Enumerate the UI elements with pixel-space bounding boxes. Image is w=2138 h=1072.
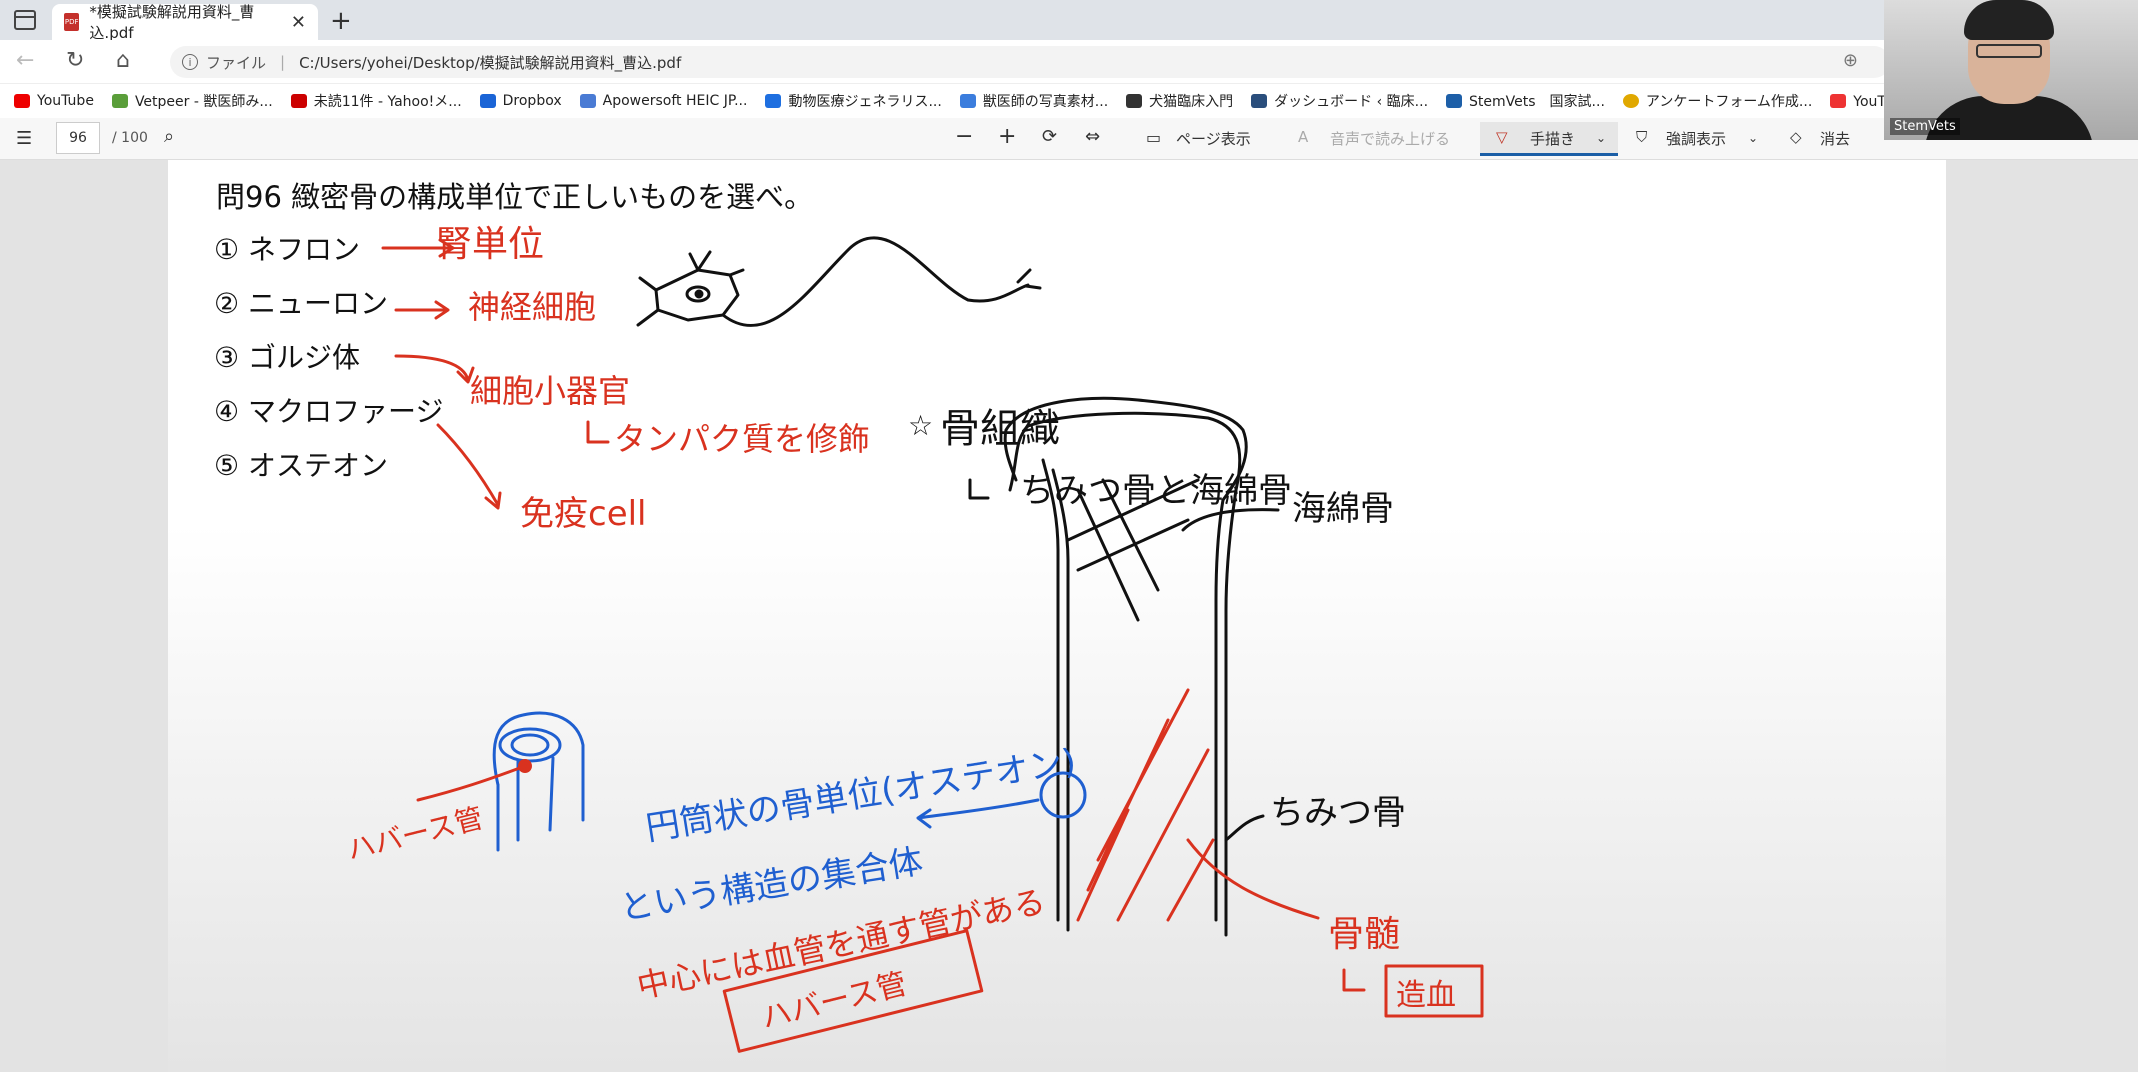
- erase-button[interactable]: 消去: [1820, 128, 1850, 149]
- new-tab-icon[interactable]: +: [330, 6, 352, 36]
- stemvets-icon: [1446, 94, 1463, 108]
- tab-title: *模擬試験解説用資料_曹込.pdf: [89, 3, 255, 42]
- bookmark-item[interactable]: ダッシュボード ‹ 臨床...: [1251, 91, 1428, 111]
- zoom-in-icon[interactable]: +: [998, 124, 1016, 149]
- url-scheme-label: ファイル: [206, 53, 267, 72]
- home-icon[interactable]: ⌂: [116, 48, 130, 73]
- browser-tab[interactable]: PDF *模擬試験解説用資料_曹込.pdf ✕: [52, 3, 318, 42]
- annotation-opt4: 免疫cell: [520, 494, 647, 534]
- presenter-hair: [1964, 0, 2054, 40]
- url-separator: |: [280, 53, 286, 71]
- yahoo-icon: [290, 94, 307, 108]
- bookmark-item[interactable]: 未読11件 - Yahoo!メ...: [290, 91, 462, 111]
- download-icon: [1830, 94, 1847, 108]
- info-icon[interactable]: i: [182, 54, 198, 70]
- contents-icon[interactable]: ☰: [16, 128, 32, 149]
- highlight-button[interactable]: 強調表示: [1666, 128, 1726, 149]
- bookmark-item[interactable]: Dropbox: [479, 93, 562, 109]
- tab-bar: PDF *模擬試験解説用資料_曹込.pdf ✕ +: [0, 0, 2138, 42]
- page-view-button[interactable]: ページ表示: [1176, 128, 1251, 149]
- bookmark-item[interactable]: アンケートフォーム作成...: [1622, 91, 1812, 111]
- bookmark-item[interactable]: 犬猫臨床入門: [1126, 91, 1233, 111]
- annotation-osteon-1: 円筒状の骨単位(オステオン): [643, 741, 1078, 848]
- url-field[interactable]: i ファイル | C:/Users/yohei/Desktop/模擬試験解説用資…: [170, 46, 1890, 78]
- handwritten-annotations: 腎単位 神経細胞 細胞小器官 タンパク質を修飾 免疫cell ☆ 骨組織 ちみつ…: [344, 224, 1484, 1053]
- chevron-down-icon[interactable]: ⌄: [1748, 131, 1758, 145]
- survey-icon: [1622, 94, 1639, 108]
- highlight-icon: ⛉: [1636, 128, 1648, 146]
- zoom-out-icon[interactable]: −: [955, 124, 973, 149]
- url-text: C:/Users/yohei/Desktop/模擬試験解説用資料_曹込.pdf: [299, 53, 682, 72]
- address-bar: ← ↻ ⌂ i ファイル | C:/Users/yohei/Desktop/模擬…: [0, 40, 2138, 84]
- pdf-toolbar: ☰ 96 / 100 ⌕ − + ⟳ ⇔ ▭ ページ表示 A 音声で読み上げる …: [0, 118, 2138, 160]
- bookmark-page-icon: [765, 94, 782, 108]
- tab-actions-icon[interactable]: [14, 10, 36, 30]
- neuron-drawing: [636, 236, 1042, 328]
- dropbox-icon: [479, 94, 496, 108]
- annotation-opt3: 細胞小器官: [470, 372, 630, 410]
- bookmark-item[interactable]: Apowersoft HEIC JP...: [579, 93, 747, 109]
- annotation-opt1: 腎単位: [436, 224, 544, 265]
- vetpeer-icon: [111, 94, 128, 108]
- bookmark-item[interactable]: Vetpeer - 獣医師み...: [111, 91, 273, 111]
- read-aloud-button[interactable]: 音声で読み上げる: [1330, 128, 1450, 149]
- annotation-title: 骨組織: [940, 406, 1060, 452]
- refresh-icon[interactable]: ↻: [66, 48, 84, 73]
- annotation-marrow: 骨髄: [1328, 914, 1400, 955]
- bookmark-page-icon: [1126, 94, 1143, 108]
- page-total: / 100: [112, 130, 148, 146]
- fit-page-icon[interactable]: ⇔: [1085, 126, 1100, 147]
- search-icon[interactable]: ⌕: [164, 126, 174, 147]
- close-tab-icon[interactable]: ✕: [291, 12, 306, 33]
- star-icon: ☆: [908, 409, 933, 442]
- annotation-havers-label: ハバース管: [344, 801, 486, 867]
- chevron-down-icon[interactable]: ⌄: [1596, 131, 1606, 145]
- annotation-hematopoiesis: 造血: [1396, 978, 1456, 1013]
- webcam-overlay: StemVets: [1884, 0, 2138, 140]
- youtube-icon: [14, 94, 30, 108]
- back-icon[interactable]: ←: [16, 48, 34, 73]
- osteon-drawing: [492, 711, 585, 852]
- apowersoft-icon: [579, 94, 596, 108]
- page-number-input[interactable]: 96: [56, 122, 100, 154]
- pdf-icon: PDF: [64, 13, 80, 31]
- annotation-opt2: 神経細胞: [468, 288, 596, 326]
- bookmark-item[interactable]: 獣医師の写真素材...: [959, 91, 1108, 111]
- bookmarks-bar: YouTube Vetpeer - 獣医師み... 未読11件 - Yahoo!…: [0, 84, 2138, 118]
- pdf-page: 問96 緻密骨の構成単位で正しいものを選べ。 ① ネフロン ② ニューロン ③ …: [168, 160, 1946, 1072]
- draw-icon: ▽: [1496, 128, 1508, 146]
- page-view-icon: ▭: [1146, 128, 1162, 147]
- rotate-icon[interactable]: ⟳: [1042, 126, 1057, 147]
- pdf-viewer: 問96 緻密骨の構成単位で正しいものを選べ。 ① ネフロン ② ニューロン ③ …: [0, 160, 2138, 1072]
- bookmark-page-icon: [959, 94, 976, 108]
- annotation-spongy: 海綿骨: [1292, 489, 1394, 529]
- annotation-opt3-sub: タンパク質を修飾: [614, 420, 870, 458]
- bookmark-item[interactable]: 動物医療ジェネラリス...: [765, 91, 942, 111]
- webcam-name-label: StemVets: [1890, 118, 1960, 135]
- bookmark-item[interactable]: StemVets 国家試...: [1446, 91, 1605, 111]
- zoom-icon[interactable]: ⊕: [1843, 50, 1858, 71]
- annotation-compact: ちみつ骨: [1270, 793, 1406, 833]
- bookmark-item[interactable]: YouTube: [14, 93, 94, 109]
- eraser-icon: ◇: [1790, 128, 1802, 146]
- bookmark-page-icon: [1251, 94, 1268, 108]
- presenter-glasses: [1976, 44, 2042, 58]
- draw-button[interactable]: 手描き: [1530, 128, 1575, 149]
- read-aloud-icon: A: [1298, 128, 1309, 146]
